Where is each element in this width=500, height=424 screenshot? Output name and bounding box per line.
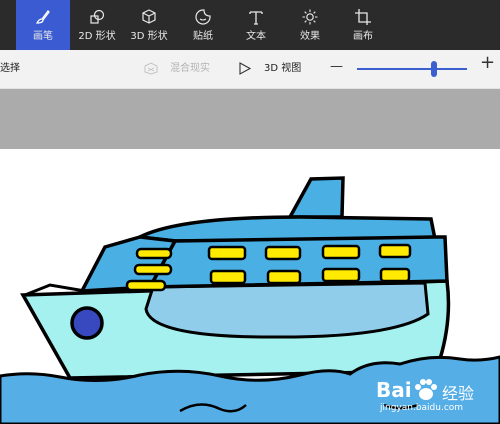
cabin-window bbox=[378, 243, 412, 259]
shapes-2d-icon bbox=[90, 9, 105, 24]
tool-canvas[interactable]: 画布 bbox=[336, 0, 390, 50]
tool-stickers-label: 贴纸 bbox=[193, 31, 213, 42]
view-3d-icon bbox=[239, 62, 252, 75]
canvas-crop-icon bbox=[355, 9, 371, 25]
cabin-window bbox=[264, 245, 302, 261]
tool-canvas-label: 画布 bbox=[353, 31, 373, 42]
bridge-window bbox=[135, 247, 173, 260]
tool-effects-label: 效果 bbox=[300, 31, 320, 42]
cabin-window bbox=[379, 267, 411, 283]
bridge-window bbox=[125, 279, 167, 292]
tool-text-label: 文本 bbox=[246, 31, 266, 42]
tool-2d-shapes[interactable]: 2D 形状 bbox=[70, 0, 124, 50]
tool-options-bar: 选择 混合现实 3D 视图 — + bbox=[0, 50, 500, 89]
tool-2d-shapes-label: 2D 形状 bbox=[78, 31, 116, 42]
zoom-slider-thumb[interactable] bbox=[431, 61, 437, 77]
top-toolbar: 画笔 2D 形状 3D 形状 贴纸 文本 效果 画布 bbox=[0, 0, 500, 50]
watermark-brand: Bai bbox=[376, 378, 412, 402]
porthole bbox=[70, 306, 104, 340]
tool-3d-shapes[interactable]: 3D 形状 bbox=[122, 0, 176, 50]
effects-sun-icon bbox=[302, 9, 318, 25]
zoom-out-button[interactable]: — bbox=[330, 60, 343, 73]
tool-stickers[interactable]: 贴纸 bbox=[176, 0, 230, 50]
zoom-slider[interactable] bbox=[357, 61, 467, 77]
tool-text[interactable]: 文本 bbox=[229, 0, 283, 50]
mixed-reality-label: 混合现实 bbox=[170, 63, 210, 74]
cabin-window bbox=[321, 267, 361, 283]
paw-logo-icon bbox=[415, 379, 437, 400]
tool-3d-shapes-label: 3D 形状 bbox=[130, 31, 168, 42]
tool-effects[interactable]: 效果 bbox=[283, 0, 337, 50]
brush-icon bbox=[35, 10, 50, 24]
drawing-canvas[interactable]: Bai 经验 jingyan.baidu.com bbox=[0, 149, 500, 424]
view-3d-button[interactable]: 3D 视图 bbox=[238, 59, 304, 79]
sticker-icon bbox=[195, 9, 211, 25]
cube-3d-icon bbox=[142, 9, 156, 24]
lower-deck-oval bbox=[144, 281, 430, 339]
mixed-reality-button[interactable]: 混合现实 bbox=[144, 59, 214, 79]
cabin-window bbox=[209, 269, 247, 285]
tool-brush-label: 画笔 bbox=[33, 31, 53, 42]
text-icon bbox=[249, 11, 263, 25]
cabin-window bbox=[321, 244, 361, 260]
bridge-window bbox=[133, 263, 173, 276]
watermark-url: jingyan.baidu.com bbox=[380, 403, 464, 413]
watermark-brand-cn: 经验 bbox=[442, 384, 475, 403]
tool-brush[interactable]: 画笔 bbox=[16, 0, 70, 50]
mixed-reality-icon bbox=[144, 62, 158, 75]
workspace-background bbox=[0, 89, 500, 149]
baidu-jingyan-watermark: Bai 经验 jingyan.baidu.com bbox=[376, 376, 494, 416]
ship-funnel bbox=[287, 176, 345, 219]
cabin-window bbox=[266, 269, 302, 285]
zoom-in-button[interactable]: + bbox=[480, 54, 495, 72]
cabin-window bbox=[207, 245, 247, 261]
view-3d-label: 3D 视图 bbox=[264, 63, 302, 74]
select-button[interactable]: 选择 bbox=[0, 62, 20, 75]
